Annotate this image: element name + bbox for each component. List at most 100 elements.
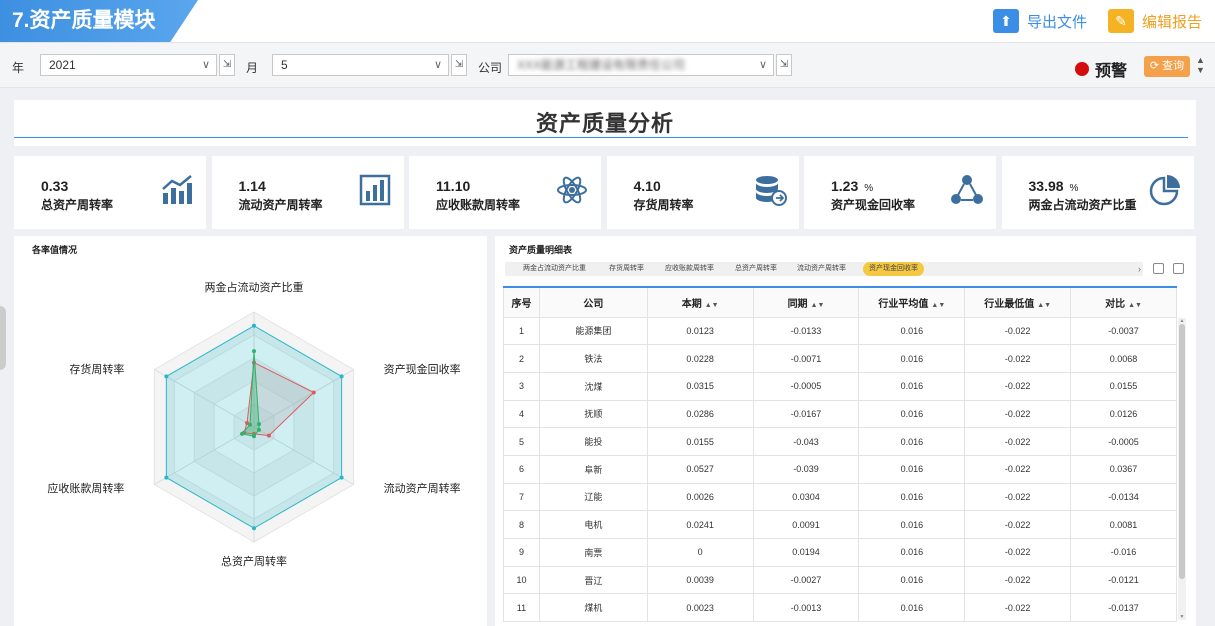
table-row[interactable]: 8 电机 0.0241 0.0091 0.016 -0.022 0.0081 xyxy=(503,510,1177,539)
table-row[interactable]: 9 南票 0 0.0194 0.016 -0.022 -0.016 xyxy=(503,538,1177,567)
table-cell: 0.0527 xyxy=(646,454,754,484)
scroll-down-icon[interactable]: ▼ xyxy=(1178,614,1186,620)
table-cell: 0.0123 xyxy=(646,316,754,346)
month-select[interactable]: 5 ∨ xyxy=(272,54,449,76)
table-cell: -0.0133 xyxy=(752,316,860,346)
company-value: XXX能源工程建设有限责任公司 xyxy=(517,58,686,72)
table-cell: 南票 xyxy=(538,538,648,567)
query-button[interactable]: ⟳ 查询 xyxy=(1144,56,1190,77)
edit-report-label: 编辑报告 xyxy=(1142,13,1203,31)
column-header[interactable]: 行业最低值 ▲▼ xyxy=(964,286,1072,318)
sort-icon[interactable]: ▲▼ xyxy=(1128,302,1142,309)
tab-2[interactable]: 存货周转率 xyxy=(609,262,644,276)
sort-icon[interactable]: ▲▼ xyxy=(1037,302,1051,309)
radar-axis-label: 两金占流动资产比重 xyxy=(204,282,304,294)
table-cell: 7 xyxy=(503,482,540,512)
year-value: 2021 xyxy=(49,58,76,72)
warning-indicator[interactable]: 预警 xyxy=(1075,57,1127,81)
table-scrollbar[interactable]: ▲ ▼ xyxy=(1178,318,1186,620)
kpi-card: 1.23% 资产现金回收率 xyxy=(804,156,996,229)
page-title: 资产质量分析 xyxy=(535,111,674,136)
table-row[interactable]: 2 铁法 0.0228 -0.0071 0.016 -0.022 0.0068 xyxy=(503,344,1177,373)
copy-icon[interactable] xyxy=(1153,263,1164,274)
side-collapse-handle[interactable] xyxy=(0,306,6,370)
table-row[interactable]: 1 能源集团 0.0123 -0.0133 0.016 -0.022 -0.0037 xyxy=(503,316,1177,346)
kpi-value: 4.10 xyxy=(633,178,661,194)
top-header: 7.资产质量模块 ⬆ 导出文件 ✎ 编辑报告 xyxy=(0,0,1215,42)
tab-6[interactable]: 资产现金回收率 xyxy=(863,262,924,276)
chevron-down-icon: ∨ xyxy=(758,59,767,71)
table-cell: -0.0137 xyxy=(1070,593,1177,623)
table-cell: 0.0026 xyxy=(646,482,754,512)
radar-series-point xyxy=(240,431,245,436)
month-filter-icon[interactable]: ⇲ xyxy=(451,54,467,76)
tab-4[interactable]: 总资产周转率 xyxy=(735,262,777,276)
table-cell: 阜新 xyxy=(538,454,648,484)
table-cell: 5 xyxy=(503,427,540,456)
table-row[interactable]: 4 抚顺 0.0286 -0.0167 0.016 -0.022 0.0126 xyxy=(503,399,1177,429)
collapse-toggle-icon[interactable]: ▲ ▼ xyxy=(1196,55,1205,75)
column-header[interactable]: 本期 ▲▼ xyxy=(646,286,754,318)
table-cell: -0.0167 xyxy=(752,399,860,429)
table-cell: -0.039 xyxy=(752,454,860,484)
kpi-card: 33.98% 两金占流动资产比重 xyxy=(1001,156,1194,229)
table-cell: 晋辽 xyxy=(538,565,648,595)
atom-icon xyxy=(555,173,589,207)
year-select[interactable]: 2021 ∨ xyxy=(40,54,217,76)
table-cell: -0.022 xyxy=(964,593,1072,623)
chevron-down-icon: ∨ xyxy=(201,59,210,71)
table-cell: 11 xyxy=(503,593,540,623)
tab-5[interactable]: 流动资产周转率 xyxy=(797,262,846,276)
table-row[interactable]: 6 阜新 0.0527 -0.039 0.016 -0.022 0.0367 xyxy=(503,454,1177,484)
export-icon[interactable] xyxy=(1173,263,1184,274)
sort-icon[interactable]: ▲▼ xyxy=(931,302,945,309)
sort-icon[interactable]: ▲▼ xyxy=(705,302,719,309)
kpi-label: 总资产周转率 xyxy=(41,198,114,212)
table-cell: -0.022 xyxy=(964,565,1072,595)
column-header[interactable]: 对比 ▲▼ xyxy=(1070,286,1177,318)
company-label: 公司 xyxy=(478,61,503,75)
page-title-box: 资产质量分析 xyxy=(14,100,1196,146)
company-filter-icon[interactable]: ⇲ xyxy=(776,54,792,76)
column-header[interactable]: 同期 ▲▼ xyxy=(752,286,860,318)
table-row[interactable]: 5 能投 0.0155 -0.043 0.016 -0.022 -0.0005 xyxy=(503,427,1177,456)
table-cell: 0.016 xyxy=(858,399,966,429)
table-cell: 0.016 xyxy=(858,510,966,539)
column-header: 公司 xyxy=(538,286,648,318)
month-value: 5 xyxy=(281,58,288,72)
tabs-right-arrow-icon[interactable]: › xyxy=(1138,262,1141,276)
table-cell: 0.0228 xyxy=(646,344,754,373)
kpi-label: 应收账款周转率 xyxy=(436,198,521,212)
table-cell: -0.0027 xyxy=(752,565,860,595)
table-cell: 辽能 xyxy=(538,482,648,512)
table-cell: -0.022 xyxy=(964,344,1072,373)
column-header: 序号 xyxy=(503,286,540,318)
edit-report-button[interactable]: ✎ 编辑报告 xyxy=(1108,8,1202,34)
pencil-icon: ✎ xyxy=(1108,9,1134,33)
table-row[interactable]: 7 辽能 0.0026 0.0304 0.016 -0.022 -0.0134 xyxy=(503,482,1177,512)
sort-icon[interactable]: ▲▼ xyxy=(811,302,825,309)
table-cell: -0.0037 xyxy=(1070,316,1177,346)
table-cell: 0.0091 xyxy=(752,510,860,539)
table-cell: 0.0155 xyxy=(646,427,754,456)
table-row[interactable]: 3 沈煤 0.0315 -0.0005 0.016 -0.022 0.0155 xyxy=(503,371,1177,401)
table-title: 资产质量明细表 xyxy=(509,245,573,255)
table-cell: -0.016 xyxy=(1070,538,1177,567)
detail-table: 序号 公司 本期 ▲▼ 同期 ▲▼ 行业平均值 ▲▼ 行业最低值 ▲▼ 对比 ▲▼ 1 能源集团 0.01… xyxy=(503,286,1177,623)
table-cell: 抚顺 xyxy=(538,399,648,429)
year-filter-icon[interactable]: ⇲ xyxy=(219,54,235,76)
tab-3[interactable]: 应收账款周转率 xyxy=(665,262,714,276)
company-select[interactable]: XXX能源工程建设有限责任公司 ∨ xyxy=(508,54,774,76)
table-cell: -0.0121 xyxy=(1070,565,1177,595)
column-header[interactable]: 行业平均值 ▲▼ xyxy=(858,286,966,318)
table-row[interactable]: 10 晋辽 0.0039 -0.0027 0.016 -0.022 -0.0121 xyxy=(503,565,1177,595)
bar-chart-trend-icon xyxy=(160,173,194,207)
radar-series-point xyxy=(164,475,169,480)
scrollbar-thumb[interactable] xyxy=(1179,324,1185,579)
tab-1[interactable]: 两金占流动资产比重 xyxy=(523,262,586,276)
export-file-button[interactable]: ⬆ 导出文件 xyxy=(993,8,1087,34)
table-row[interactable]: 11 煤机 0.0023 -0.0013 0.016 -0.022 -0.0137 xyxy=(503,593,1177,623)
table-cell: 0.016 xyxy=(858,454,966,484)
table-cell: 0.016 xyxy=(858,565,966,595)
table-cell: 0.016 xyxy=(858,316,966,346)
